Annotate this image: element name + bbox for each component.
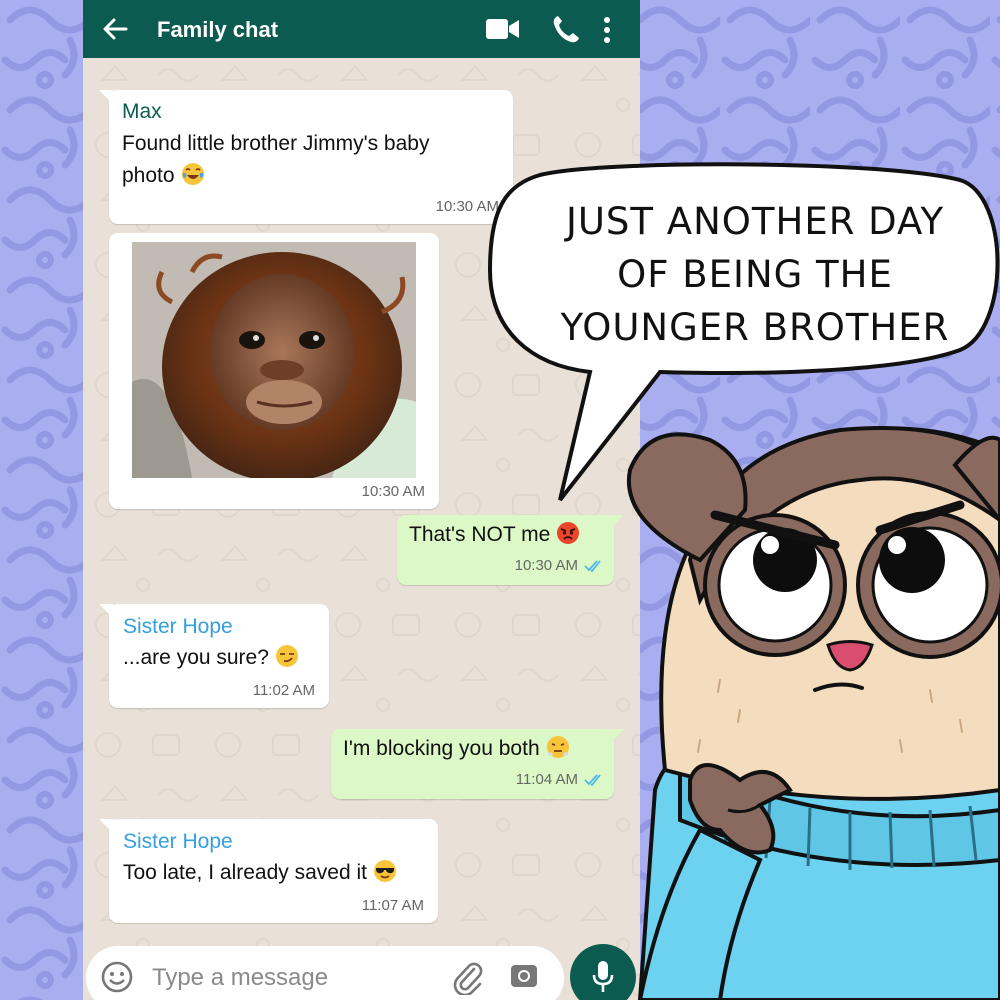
message-line-2: photo [122,160,502,192]
steam-nose-emoji-icon [546,736,569,758]
message-line: That's NOT me [409,523,551,546]
smirk-emoji-icon [275,645,298,667]
message-time: 11:07 AM [361,897,424,914]
emoji-picker-icon[interactable] [100,960,134,994]
message-bubble-outgoing[interactable]: That's NOT me 10:30 AM [397,515,624,585]
message-line: I'm blocking you both [343,737,540,760]
message-line: ...are you sure? [123,646,269,669]
message-composer[interactable]: Type a message [86,946,564,1000]
image-message-bubble[interactable]: 10:30 AM [109,233,439,509]
message-bubble-incoming[interactable]: Sister Hope ...are you sure? 11:02 AM [99,604,329,708]
message-time: 11:02 AM [252,682,315,699]
message-text: I'm blocking you both [343,733,570,765]
baby-orangutan-photo[interactable] [132,242,416,478]
speech-line: JUST ANOTHER DAY [565,200,945,243]
microphone-icon [592,961,614,992]
message-meta: 10:30 AM [515,557,604,574]
video-call-icon[interactable] [486,18,520,40]
angry-face-emoji-icon [557,522,580,544]
sender-name: Sister Hope [123,615,233,638]
message-time: 10:30 AM [514,557,578,574]
sender-name: Sister Hope [123,830,233,853]
phone-call-icon[interactable] [552,14,580,44]
message-bubble-outgoing[interactable]: I'm blocking you both 11:04 AM [331,729,624,799]
message-bubble-incoming[interactable]: Max Found little brother Jimmy's baby ph… [99,90,513,224]
bubble-tail [610,729,624,743]
speech-line: YOUNGER BROTHER [560,306,950,349]
sunglasses-emoji-icon [373,860,396,882]
double-check-read-icon [584,774,601,787]
message-text: That's NOT me [409,519,580,551]
chat-title[interactable]: Family chat [157,17,278,43]
chat-screen: Family chat Max Found little brother Jim… [83,0,640,1000]
speech-bubble-text: JUST ANOTHER DAY OF BEING THE YOUNGER BR… [520,195,990,354]
back-arrow-icon[interactable] [101,15,129,43]
message-meta: 11:04 AM [516,771,604,788]
laughing-tears-emoji-icon [181,163,204,185]
sender-name: Max [122,100,162,123]
bubble-tail [99,90,113,104]
bubble-tail [99,604,113,618]
message-text: ...are you sure? [123,642,299,674]
more-options-icon[interactable] [603,16,611,44]
message-input[interactable]: Type a message [152,964,328,992]
message-bubble-incoming[interactable]: Sister Hope Too late, I already saved it… [99,819,438,923]
bubble-tail [99,819,113,833]
chat-header: Family chat [83,0,640,58]
message-time: 11:04 AM [515,771,578,788]
double-check-read-icon [584,560,601,573]
message-time: 10:30 AM [435,198,499,215]
camera-icon[interactable] [510,962,538,990]
bubble-tail [610,515,624,529]
speech-line: OF BEING THE [617,253,893,296]
message-line: Too late, I already saved it [123,861,367,884]
attachment-icon[interactable] [452,961,484,995]
message-text: Found little brother Jimmy's baby photo [122,128,502,192]
message-text: Too late, I already saved it [123,857,397,889]
message-time: 10:30 AM [361,483,425,500]
message-line: photo [122,164,175,187]
message-line: Found little brother Jimmy's baby [122,132,430,155]
